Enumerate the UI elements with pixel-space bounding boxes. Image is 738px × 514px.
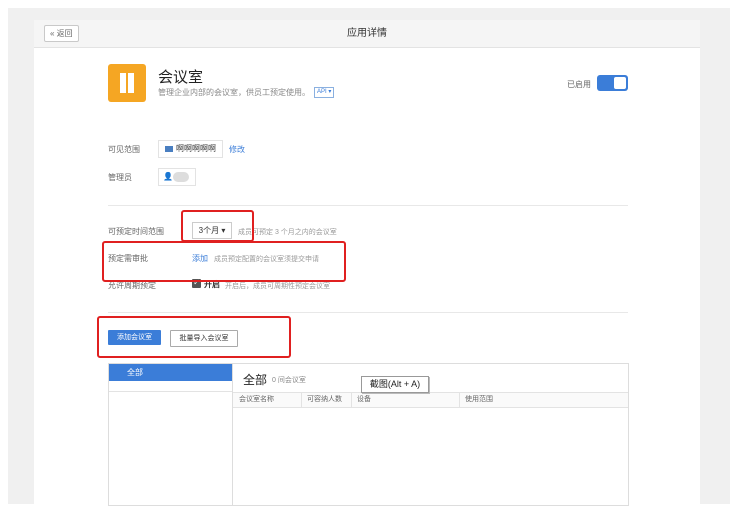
rooms-table-header: 会议室名称 可容纳人数 设备 使用范围 <box>233 392 628 408</box>
annotation-box-actions <box>97 316 291 358</box>
category-item-all[interactable]: 全部 <box>109 364 232 381</box>
status-label: 已启用 <box>567 80 591 89</box>
column-header[interactable]: 设备 <box>357 393 371 407</box>
page-title: 应用详情 <box>347 28 387 39</box>
periodic-hint: 开启后，成员可周期性预定会议室 <box>225 283 330 290</box>
column-header[interactable]: 使用范围 <box>465 393 493 407</box>
api-badge[interactable]: API ▾ <box>314 87 335 99</box>
app-name: 会议室 <box>158 69 204 86</box>
meeting-room-app-icon <box>108 64 146 102</box>
edit-visibility-link[interactable]: 修改 <box>229 144 245 155</box>
top-bar: « 返回 应用详情 <box>34 20 700 48</box>
section-divider <box>108 312 628 313</box>
avatar <box>173 172 189 182</box>
visibility-scope-tag: 啊啊啊啊啊 <box>158 140 223 158</box>
toggle-knob <box>614 77 626 89</box>
rooms-title: 全部 <box>243 373 268 387</box>
column-header[interactable]: 可容纳人数 <box>307 393 342 407</box>
booking-range-label: 可预定时间范围 <box>108 227 164 236</box>
rooms-count: 0 间会议室 <box>272 377 306 384</box>
visibility-label: 可见范围 <box>108 145 140 154</box>
room-category-list: 全部 <box>109 364 233 505</box>
column-header[interactable]: 会议室名称 <box>239 393 274 407</box>
section-divider <box>108 205 628 206</box>
annotation-box-range <box>181 210 254 242</box>
app-description: 管理企业内部的会议室，供员工预定使用。 API ▾ <box>158 87 335 99</box>
admin-label: 管理员 <box>108 173 132 182</box>
annotation-box-approval <box>102 241 346 282</box>
admin-tag[interactable]: 👤 <box>158 168 196 186</box>
enable-toggle[interactable] <box>597 75 628 91</box>
folder-icon <box>165 145 173 152</box>
window: « 返回 应用详情 会议室 管理企业内部的会议室，供员工预定使用。 API ▾ 已… <box>0 0 738 514</box>
user-icon: 👤 <box>163 172 173 181</box>
screenshot-tooltip: 截图(Alt + A) <box>361 376 429 393</box>
